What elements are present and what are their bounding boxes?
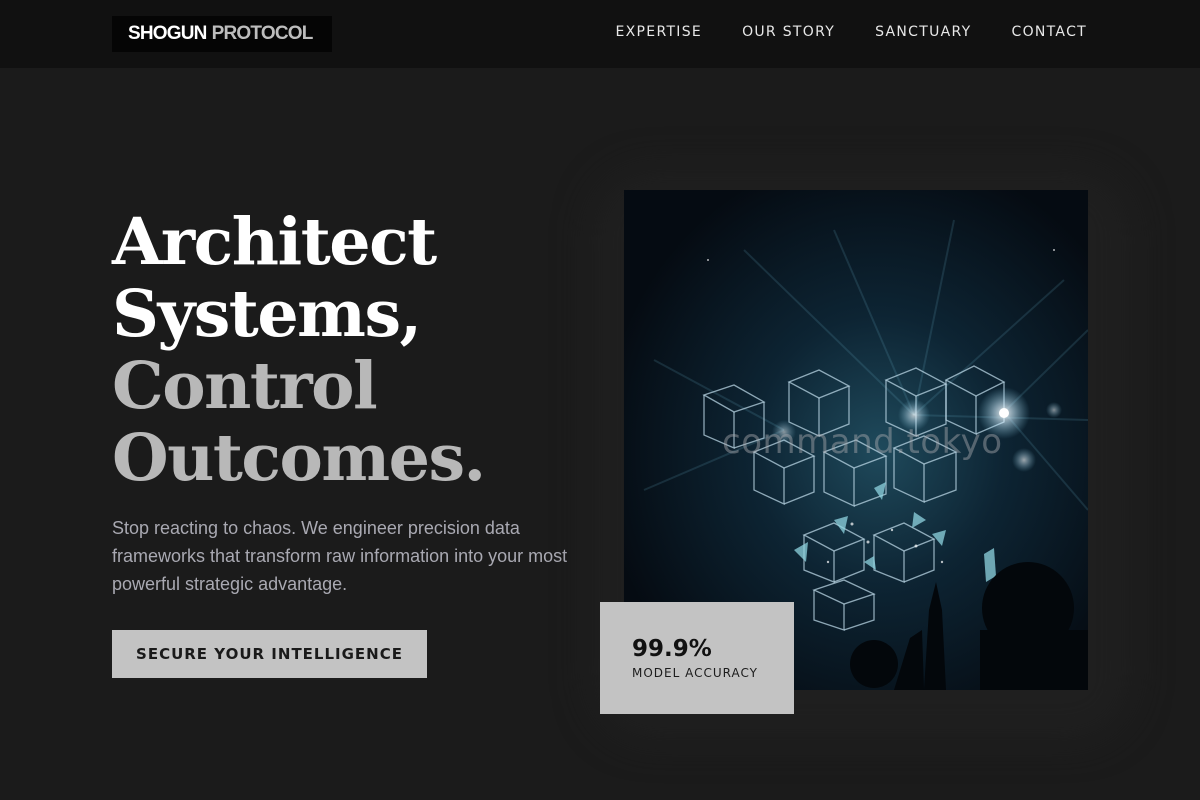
brand-name-primary: SHOGUN bbox=[128, 23, 207, 44]
nav-link-our-story[interactable]: OUR STORY bbox=[742, 22, 835, 42]
site-header: SHOGUN PROTOCOL EXPERTISE OUR STORY SANC… bbox=[0, 0, 1200, 68]
secure-intelligence-button[interactable]: SECURE YOUR INTELLIGENCE bbox=[112, 630, 427, 678]
brand-logo[interactable]: SHOGUN PROTOCOL bbox=[112, 16, 332, 52]
nav-link-sanctuary[interactable]: SANCTUARY bbox=[875, 22, 971, 42]
stat-label: MODEL ACCURACY bbox=[632, 666, 759, 680]
hero-headline: Architect Systems, Control Outcomes. bbox=[112, 206, 592, 494]
stat-card: 99.9% MODEL ACCURACY bbox=[600, 602, 794, 714]
headline-line-4: Outcomes. bbox=[112, 420, 486, 496]
brand-name-secondary: PROTOCOL bbox=[211, 23, 314, 44]
headline-line-2: Systems, bbox=[112, 276, 422, 352]
image-watermark: command.tokyo bbox=[722, 422, 1003, 462]
nav-link-contact[interactable]: CONTACT bbox=[1012, 22, 1088, 42]
stat-value: 99.9% bbox=[632, 636, 712, 662]
headline-line-1: Architect bbox=[112, 204, 437, 280]
main-nav: EXPERTISE OUR STORY SANCTUARY CONTACT bbox=[576, 22, 1087, 42]
headline-line-3: Control bbox=[112, 348, 378, 424]
hero-description: Stop reacting to chaos. We engineer prec… bbox=[112, 518, 568, 594]
nav-link-expertise[interactable]: EXPERTISE bbox=[616, 22, 703, 42]
